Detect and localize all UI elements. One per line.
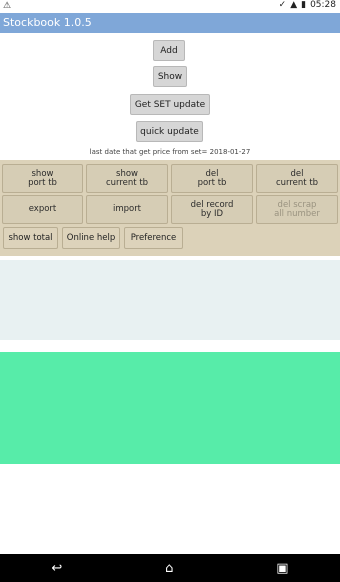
del-scrap-all-number-button[interactable]: del scrap all number [256, 195, 338, 224]
cell-line1: export [28, 204, 57, 215]
recent-apps-icon[interactable]: ▣ [276, 561, 288, 576]
cell-line2: current tb [275, 177, 319, 188]
add-button[interactable]: Add [153, 40, 185, 61]
del-record-by-id-button[interactable]: del record by ID [171, 195, 253, 224]
app-title: Stockbook 1.0.5 [3, 16, 92, 29]
del-current-tb-button[interactable]: del current tb [256, 164, 338, 193]
show-port-tb-button[interactable]: show port tb [2, 164, 83, 193]
import-button[interactable]: import [86, 195, 168, 224]
home-icon[interactable]: ⌂ [165, 561, 173, 576]
quick-update-button[interactable]: quick update [136, 121, 203, 142]
navigation-bar: ↩ ⌂ ▣ [0, 554, 340, 582]
battery-icon: ▮ [301, 0, 307, 10]
online-help-button[interactable]: Online help [62, 227, 120, 249]
cell-line1: import [112, 204, 142, 215]
show-button[interactable]: Show [153, 66, 187, 87]
status-bar: ⚠ ✓ ▲ ▮ 05:28 [0, 0, 340, 13]
function-panel: show port tb show current tb del port tb de… [0, 160, 340, 256]
summary-area [0, 352, 340, 464]
cell-line2: port tb [28, 177, 57, 188]
spacer [0, 340, 340, 352]
show-current-tb-button[interactable]: show current tb [86, 164, 168, 193]
cell-line2: all number [274, 208, 320, 219]
back-icon[interactable]: ↩ [51, 561, 62, 576]
del-port-tb-button[interactable]: del port tb [171, 164, 253, 193]
notification-icon: ⚠ [3, 1, 12, 11]
cell-line2: current tb [105, 177, 149, 188]
show-total-button[interactable]: show total [3, 227, 58, 249]
status-time: 05:28 [310, 0, 336, 10]
warning-icon: ✓ [278, 0, 287, 10]
list-area [0, 260, 340, 340]
last-price-date-text: last date that get price from set= 2018-… [89, 148, 251, 156]
status-icons: ✓ ▲ ▮ 05:28 [279, 0, 336, 10]
get-set-update-button[interactable]: Get SET update [130, 94, 210, 115]
preference-button[interactable]: Preference [124, 227, 183, 249]
cell-line2: by ID [200, 208, 224, 219]
signal-icon: ▲ [290, 0, 298, 10]
export-button[interactable]: export [2, 195, 83, 224]
cell-line2: port tb [197, 177, 227, 188]
app-title-bar: Stockbook 1.0.5 [0, 13, 340, 33]
